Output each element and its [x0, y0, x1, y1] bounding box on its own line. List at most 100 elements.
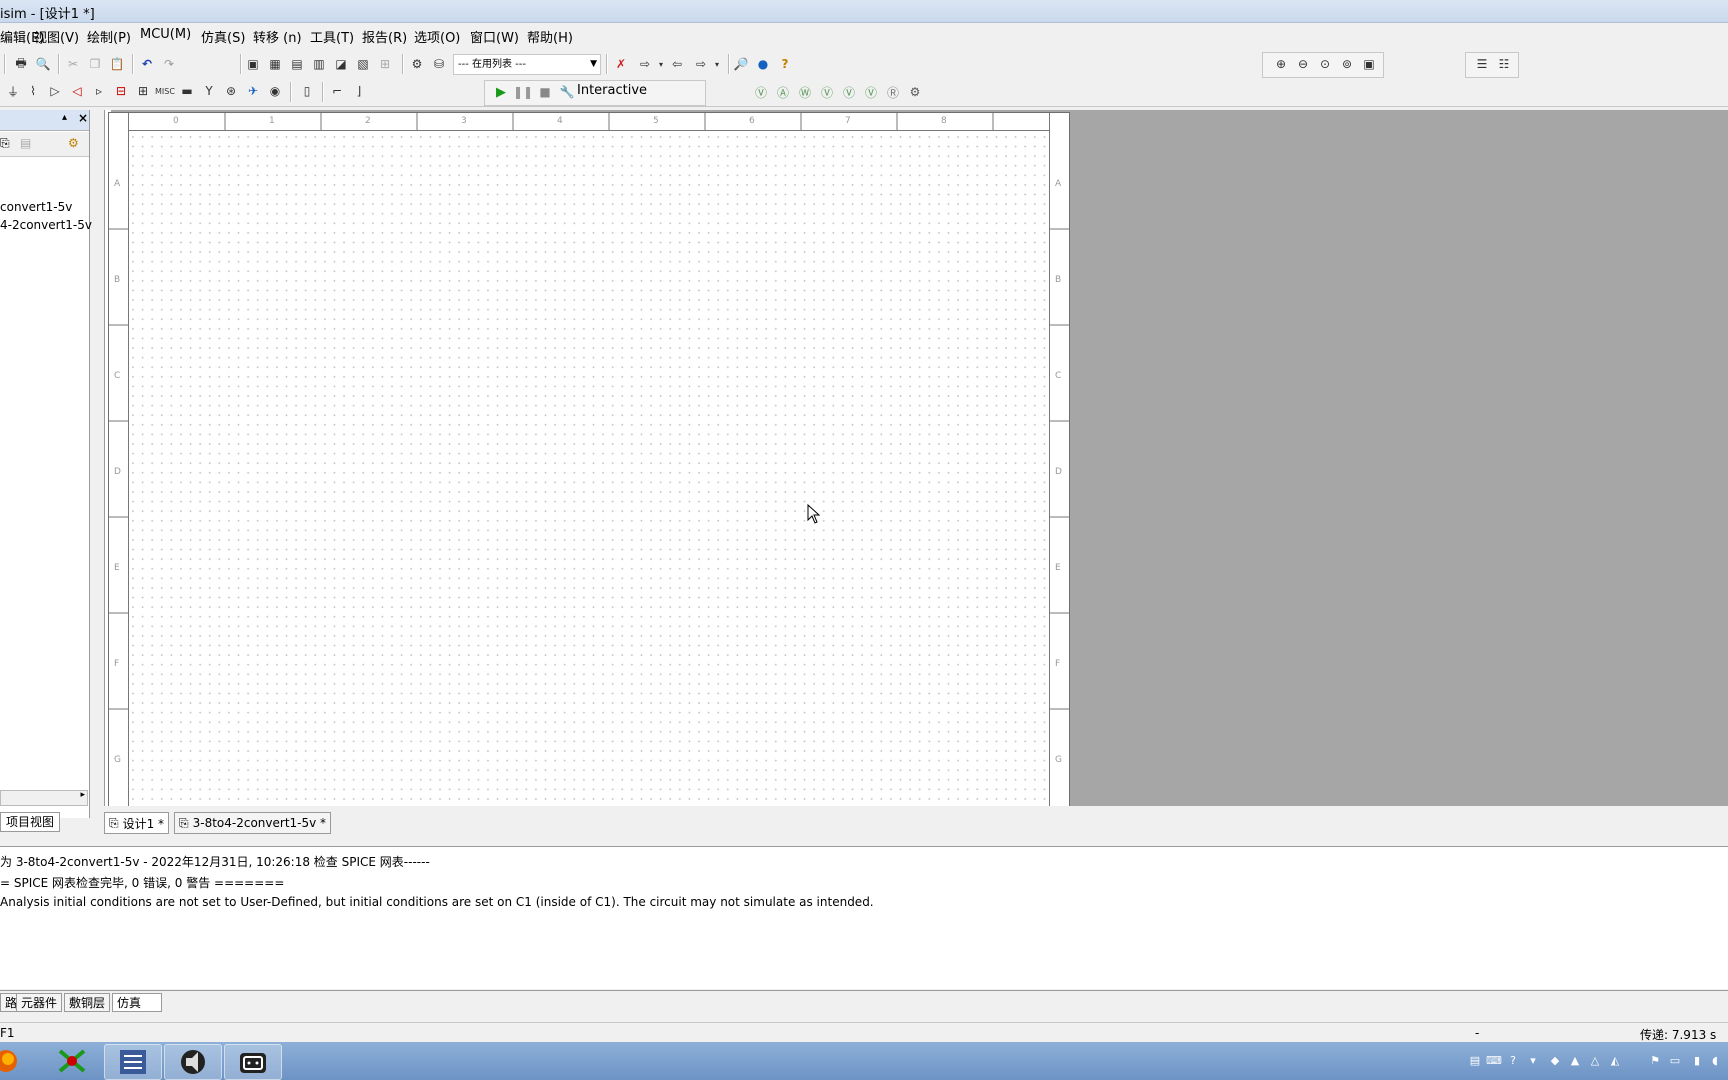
probe-settings-icon[interactable]: ⚙ [906, 83, 924, 101]
component-icon[interactable]: ⚙ [408, 55, 426, 73]
redo-icon[interactable]: ↷ [160, 55, 178, 73]
probe-current-icon[interactable]: Ⓐ [774, 83, 792, 101]
list-alt-icon[interactable]: ☷ [1495, 55, 1513, 73]
probe-digital-icon[interactable]: Ⓥ [862, 83, 880, 101]
multisim-icon[interactable] [104, 1044, 162, 1080]
tab-project-view[interactable]: 项目视图 [0, 812, 60, 832]
misc-icon[interactable]: MISC [155, 82, 175, 100]
forward-annotate-icon[interactable]: ⇦ [668, 55, 686, 73]
menu-tools[interactable]: 工具(T) [310, 27, 354, 46]
probe-misc-icon[interactable]: Ⓡ [884, 83, 902, 101]
probe-diff-icon[interactable]: Ⓥ [818, 83, 836, 101]
tray-document-icon[interactable]: ▤ [1468, 1054, 1482, 1068]
zoom-sheet-icon[interactable]: ▣ [1360, 55, 1378, 73]
tray-app5-icon[interactable]: ▭ [1668, 1054, 1682, 1068]
indicator-icon[interactable]: ▬ [178, 82, 196, 100]
source-icon[interactable]: ⏚ [4, 82, 22, 100]
help-icon[interactable]: ? [776, 55, 794, 73]
netlist-dropdown[interactable]: --- 在用列表 --- ▼ [453, 54, 601, 75]
stop-icon[interactable]: ■ [536, 83, 554, 101]
scroll-right-icon[interactable]: ▸ [80, 790, 85, 800]
power-icon[interactable]: Y [200, 82, 218, 100]
tab-3-8to4-2convert1-5v[interactable]: ⎘ 3-8to4-2convert1-5v * [174, 812, 332, 834]
print-icon[interactable]: 🖶 [12, 55, 30, 73]
zoom-out-icon[interactable]: ⊖ [1294, 55, 1312, 73]
electromechanical-icon[interactable]: ✈ [244, 82, 262, 100]
zoom-fit-icon[interactable]: ⊚ [1338, 55, 1356, 73]
bus-icon[interactable]: ⌐ [328, 82, 346, 100]
zoom-in-icon[interactable]: ⊕ [1272, 55, 1290, 73]
web-icon[interactable]: ● [754, 55, 772, 73]
tray-network-icon[interactable]: ▮ [1690, 1054, 1704, 1068]
zoom-area-icon[interactable]: ⊙ [1316, 55, 1334, 73]
sim-mode-label[interactable]: Interactive [577, 83, 647, 98]
cut-icon[interactable]: ✂ [64, 55, 82, 73]
undo-icon[interactable]: ↶ [138, 55, 156, 73]
bilibili-icon[interactable] [224, 1044, 282, 1080]
hierarchical-block-icon[interactable]: ▯ [298, 82, 316, 100]
close-icon[interactable]: × [78, 111, 88, 125]
pause-icon[interactable]: ❚❚ [513, 83, 533, 101]
tray-volume-icon[interactable]: ◖ [1708, 1054, 1722, 1068]
hierarchy-icon[interactable]: ⊞ [376, 55, 394, 73]
tray-flag-icon[interactable]: ⚑ [1648, 1054, 1662, 1068]
ttl-icon[interactable]: ⊟ [112, 82, 130, 100]
list-icon[interactable]: ☰ [1473, 55, 1491, 73]
probe-ref-icon[interactable]: Ⓥ [840, 83, 858, 101]
tab-components[interactable]: 元器件 [16, 993, 63, 1012]
calculator-icon[interactable]: ▧ [354, 55, 372, 73]
open-icon[interactable]: ⎘ [0, 136, 10, 151]
cmos-icon[interactable]: ⊞ [134, 82, 152, 100]
print-preview-icon[interactable]: 🔍 [34, 55, 52, 73]
junction-icon[interactable]: ⌋ [350, 82, 368, 100]
menu-mcu[interactable]: MCU(M) [140, 27, 191, 42]
tab-copper-layers[interactable]: 敷铜层 [64, 993, 111, 1012]
horizontal-scrollbar[interactable]: ▸ [0, 790, 88, 806]
menu-place[interactable]: 绘制(P) [87, 27, 131, 46]
menu-simulate[interactable]: 仿真(S) [201, 27, 245, 46]
wrench-icon[interactable]: 🔧 [558, 83, 576, 101]
menu-options[interactable]: 选项(O) [414, 27, 460, 46]
transistor-icon[interactable]: ◁ [68, 82, 86, 100]
probe-voltage-icon[interactable]: Ⓥ [752, 83, 770, 101]
minimize-icon[interactable]: ▴ [62, 112, 67, 123]
paste-icon[interactable]: 📋 [108, 55, 126, 73]
menu-window[interactable]: 窗口(W) [470, 27, 519, 46]
analog-icon[interactable]: ▹ [90, 82, 108, 100]
table-icon[interactable]: ▥ [310, 55, 328, 73]
speaker-app-icon[interactable] [164, 1044, 222, 1080]
menu-reports[interactable]: 报告(R) [362, 27, 407, 46]
menu-view[interactable]: 视图(V) [34, 27, 79, 46]
tree-item[interactable]: 4-2convert1-5v [0, 218, 92, 232]
find-icon[interactable]: 🔎 [732, 55, 750, 73]
copy-icon[interactable]: ❐ [86, 55, 104, 73]
mcu-icon[interactable]: ◉ [266, 82, 284, 100]
grapher-icon[interactable]: ◪ [332, 55, 350, 73]
full-screen-icon[interactable]: ▣ [244, 55, 262, 73]
grid-icon[interactable]: ▦ [266, 55, 284, 73]
electrical-rules-icon[interactable]: ✗ [612, 55, 630, 73]
probe-power-icon[interactable]: Ⓦ [796, 83, 814, 101]
tree-item[interactable]: convert1-5v [0, 200, 72, 214]
rf-icon[interactable]: ⊛ [222, 82, 240, 100]
basic-icon[interactable]: ⌇ [24, 82, 42, 100]
tray-app2-icon[interactable]: ▲ [1568, 1054, 1582, 1068]
tray-app4-icon[interactable]: ◭ [1608, 1054, 1622, 1068]
schematic-sheet[interactable]: 0 1 2 3 4 5 6 7 8 A B C D E F G A B C D … [108, 112, 1070, 808]
spreadsheet-icon[interactable]: ▤ [288, 55, 306, 73]
properties-icon[interactable]: ▤ [20, 136, 31, 150]
tray-app3-icon[interactable]: △ [1588, 1054, 1602, 1068]
diode-icon[interactable]: ▷ [46, 82, 64, 100]
app-circuit-icon[interactable] [44, 1044, 100, 1078]
tray-app-icon[interactable]: ◆ [1548, 1054, 1562, 1068]
tray-help-icon[interactable]: ? [1506, 1054, 1520, 1068]
menu-help[interactable]: 帮助(H) [527, 27, 573, 46]
firefox-icon[interactable] [0, 1044, 24, 1078]
chevron-down-icon[interactable]: ▾ [708, 55, 726, 73]
menu-transfer[interactable]: 转移 (n) [253, 27, 302, 46]
database-icon[interactable]: ⛁ [430, 55, 448, 73]
tab-design1[interactable]: ⎘ 设计1 * [104, 812, 170, 834]
tab-simulation[interactable]: 仿真 [112, 993, 162, 1012]
settings-icon[interactable]: ⚙ [68, 136, 79, 150]
run-icon[interactable]: ▶ [492, 83, 510, 101]
